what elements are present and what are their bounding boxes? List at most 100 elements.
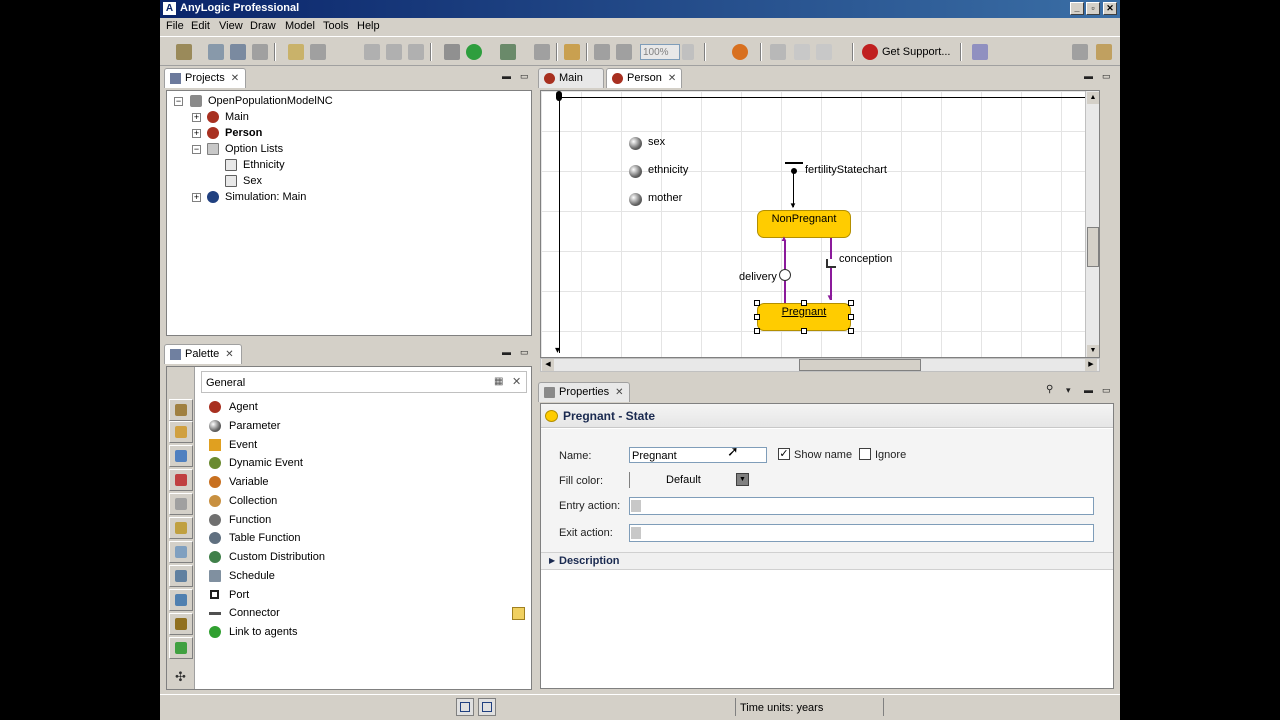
perspective-icon[interactable] xyxy=(1072,44,1088,60)
exit-action-field[interactable] xyxy=(629,524,1094,542)
zoom-field[interactable]: 100% xyxy=(640,44,680,60)
palette-controls-button[interactable] xyxy=(169,493,193,515)
expand-icon[interactable]: + xyxy=(192,113,201,122)
palette-actions-button[interactable] xyxy=(169,517,193,539)
tree-root[interactable]: OpenPopulationModelNC xyxy=(208,95,333,107)
dropdown-arrow-icon[interactable]: ▼ xyxy=(736,473,749,486)
palette-pictures-button[interactable] xyxy=(169,589,193,611)
expand-icon[interactable]: + xyxy=(192,193,201,202)
horizontal-scroll-thumb[interactable] xyxy=(799,359,921,371)
palette-item-event[interactable]: Event xyxy=(229,439,257,451)
cut-icon[interactable] xyxy=(310,44,326,60)
agent-perspective-icon[interactable] xyxy=(1096,44,1112,60)
selection-handle[interactable] xyxy=(754,328,760,334)
copy-icon[interactable] xyxy=(364,44,380,60)
grid-view-icon[interactable]: ▦ xyxy=(494,376,503,387)
wand-icon[interactable] xyxy=(564,44,580,60)
tab-main[interactable]: Main xyxy=(538,68,604,88)
snap-icon[interactable] xyxy=(794,44,810,60)
close-icon[interactable]: ✕ xyxy=(225,349,233,360)
save-icon[interactable] xyxy=(230,44,246,60)
palette-item-link-to-agents[interactable]: Link to agents xyxy=(229,626,298,638)
palette-presentation-button[interactable] xyxy=(169,421,193,443)
tree-item-simulation[interactable]: Simulation: Main xyxy=(225,191,306,203)
palette-item-connector[interactable]: Connector xyxy=(229,607,280,619)
undo-icon[interactable] xyxy=(288,44,304,60)
palette-item-schedule[interactable]: Schedule xyxy=(229,570,275,582)
state-nonpregnant[interactable]: NonPregnant xyxy=(757,210,851,238)
zoom-fit-icon[interactable] xyxy=(594,44,610,60)
maximize-icon[interactable]: ▭ xyxy=(520,71,529,82)
expand-icon[interactable]: + xyxy=(192,129,201,138)
selection-handle[interactable] xyxy=(848,300,854,306)
transition-label-conception[interactable]: conception xyxy=(839,253,892,265)
menu-view[interactable]: View xyxy=(219,20,243,32)
palette-item-collection[interactable]: Collection xyxy=(229,495,277,507)
stop-icon[interactable] xyxy=(534,44,550,60)
transition-label-delivery[interactable]: delivery xyxy=(739,271,777,283)
palette-general-button[interactable] xyxy=(169,399,193,421)
palette-item-table-function[interactable]: Table Function xyxy=(229,532,301,544)
add-palette-icon[interactable]: ✣ xyxy=(175,669,186,685)
maximize-button[interactable]: ▫ xyxy=(1086,2,1100,15)
edit-icon[interactable] xyxy=(512,607,525,620)
save-all-icon[interactable] xyxy=(252,44,268,60)
palette-analysis-button[interactable] xyxy=(169,469,193,491)
minimize-button[interactable]: _ xyxy=(1070,2,1084,15)
maximize-icon[interactable]: ▭ xyxy=(1102,71,1111,82)
toggle-view-button[interactable] xyxy=(456,698,474,716)
description-section-header[interactable]: ▶ Description xyxy=(541,552,1113,570)
scroll-right-icon[interactable]: ▶ xyxy=(1085,359,1097,371)
name-input[interactable]: Pregnant xyxy=(629,447,767,463)
tree-item-main[interactable]: Main xyxy=(225,111,249,123)
menu-draw[interactable]: Draw xyxy=(250,20,276,32)
tree-item-person[interactable]: Person xyxy=(225,127,262,139)
show-name-checkbox[interactable]: ✓ xyxy=(778,448,790,460)
menu-model[interactable]: Model xyxy=(285,20,315,32)
selection-handle[interactable] xyxy=(848,328,854,334)
help-icon[interactable] xyxy=(972,44,988,60)
new-icon[interactable] xyxy=(176,44,192,60)
minimize-icon[interactable]: ▬ xyxy=(1084,71,1093,81)
palette-item-function[interactable]: Function xyxy=(229,514,271,526)
selection-handle[interactable] xyxy=(754,314,760,320)
grid-icon[interactable] xyxy=(770,44,786,60)
selection-handle[interactable] xyxy=(801,328,807,334)
menu-tools[interactable]: Tools xyxy=(323,20,349,32)
scroll-left-icon[interactable]: ◀ xyxy=(542,359,554,371)
paste-icon[interactable] xyxy=(386,44,402,60)
run-icon[interactable] xyxy=(466,44,482,60)
palette-section-header[interactable]: General ▦ ✕ xyxy=(201,371,527,393)
view-menu-icon[interactable]: ▾ xyxy=(1066,385,1071,396)
close-icon[interactable]: ✕ xyxy=(231,73,239,84)
scroll-up-icon[interactable]: ▲ xyxy=(1087,92,1099,104)
support-icon[interactable] xyxy=(862,44,878,60)
palette-item-custom-distribution[interactable]: Custom Distribution xyxy=(229,551,325,563)
minimize-icon[interactable]: ▬ xyxy=(1084,385,1093,395)
palette-system-dynamics-button[interactable] xyxy=(169,541,193,563)
menu-edit[interactable]: Edit xyxy=(191,20,210,32)
zoom-icon[interactable] xyxy=(616,44,632,60)
tree-item-option-lists[interactable]: Option Lists xyxy=(225,143,283,155)
selection-handle[interactable] xyxy=(848,314,854,320)
tab-properties[interactable]: Properties ✕ xyxy=(538,382,630,402)
entry-action-field[interactable] xyxy=(629,497,1094,515)
ignore-checkbox[interactable] xyxy=(859,448,871,460)
location-icon[interactable] xyxy=(732,44,748,60)
build-icon[interactable] xyxy=(444,44,460,60)
delete-icon[interactable] xyxy=(408,44,424,60)
palette-item-agent[interactable]: Agent xyxy=(229,401,258,413)
statechart-entry-point[interactable] xyxy=(791,168,797,174)
selection-handle[interactable] xyxy=(801,300,807,306)
scroll-down-icon[interactable]: ▼ xyxy=(1087,345,1099,357)
close-icon[interactable]: ✕ xyxy=(615,387,623,398)
fast-view-button[interactable] xyxy=(478,698,496,716)
vertical-scrollbar[interactable]: ▲ ▼ xyxy=(1085,91,1099,357)
palette-item-dynamic-event[interactable]: Dynamic Event xyxy=(229,457,303,469)
palette-3d-button[interactable] xyxy=(169,613,193,635)
tree-item-ethnicity[interactable]: Ethnicity xyxy=(243,159,285,171)
palette-item-variable[interactable]: Variable xyxy=(229,476,269,488)
layers-icon[interactable] xyxy=(816,44,832,60)
collapse-icon[interactable]: − xyxy=(174,97,183,106)
collapse-icon[interactable]: − xyxy=(192,145,201,154)
